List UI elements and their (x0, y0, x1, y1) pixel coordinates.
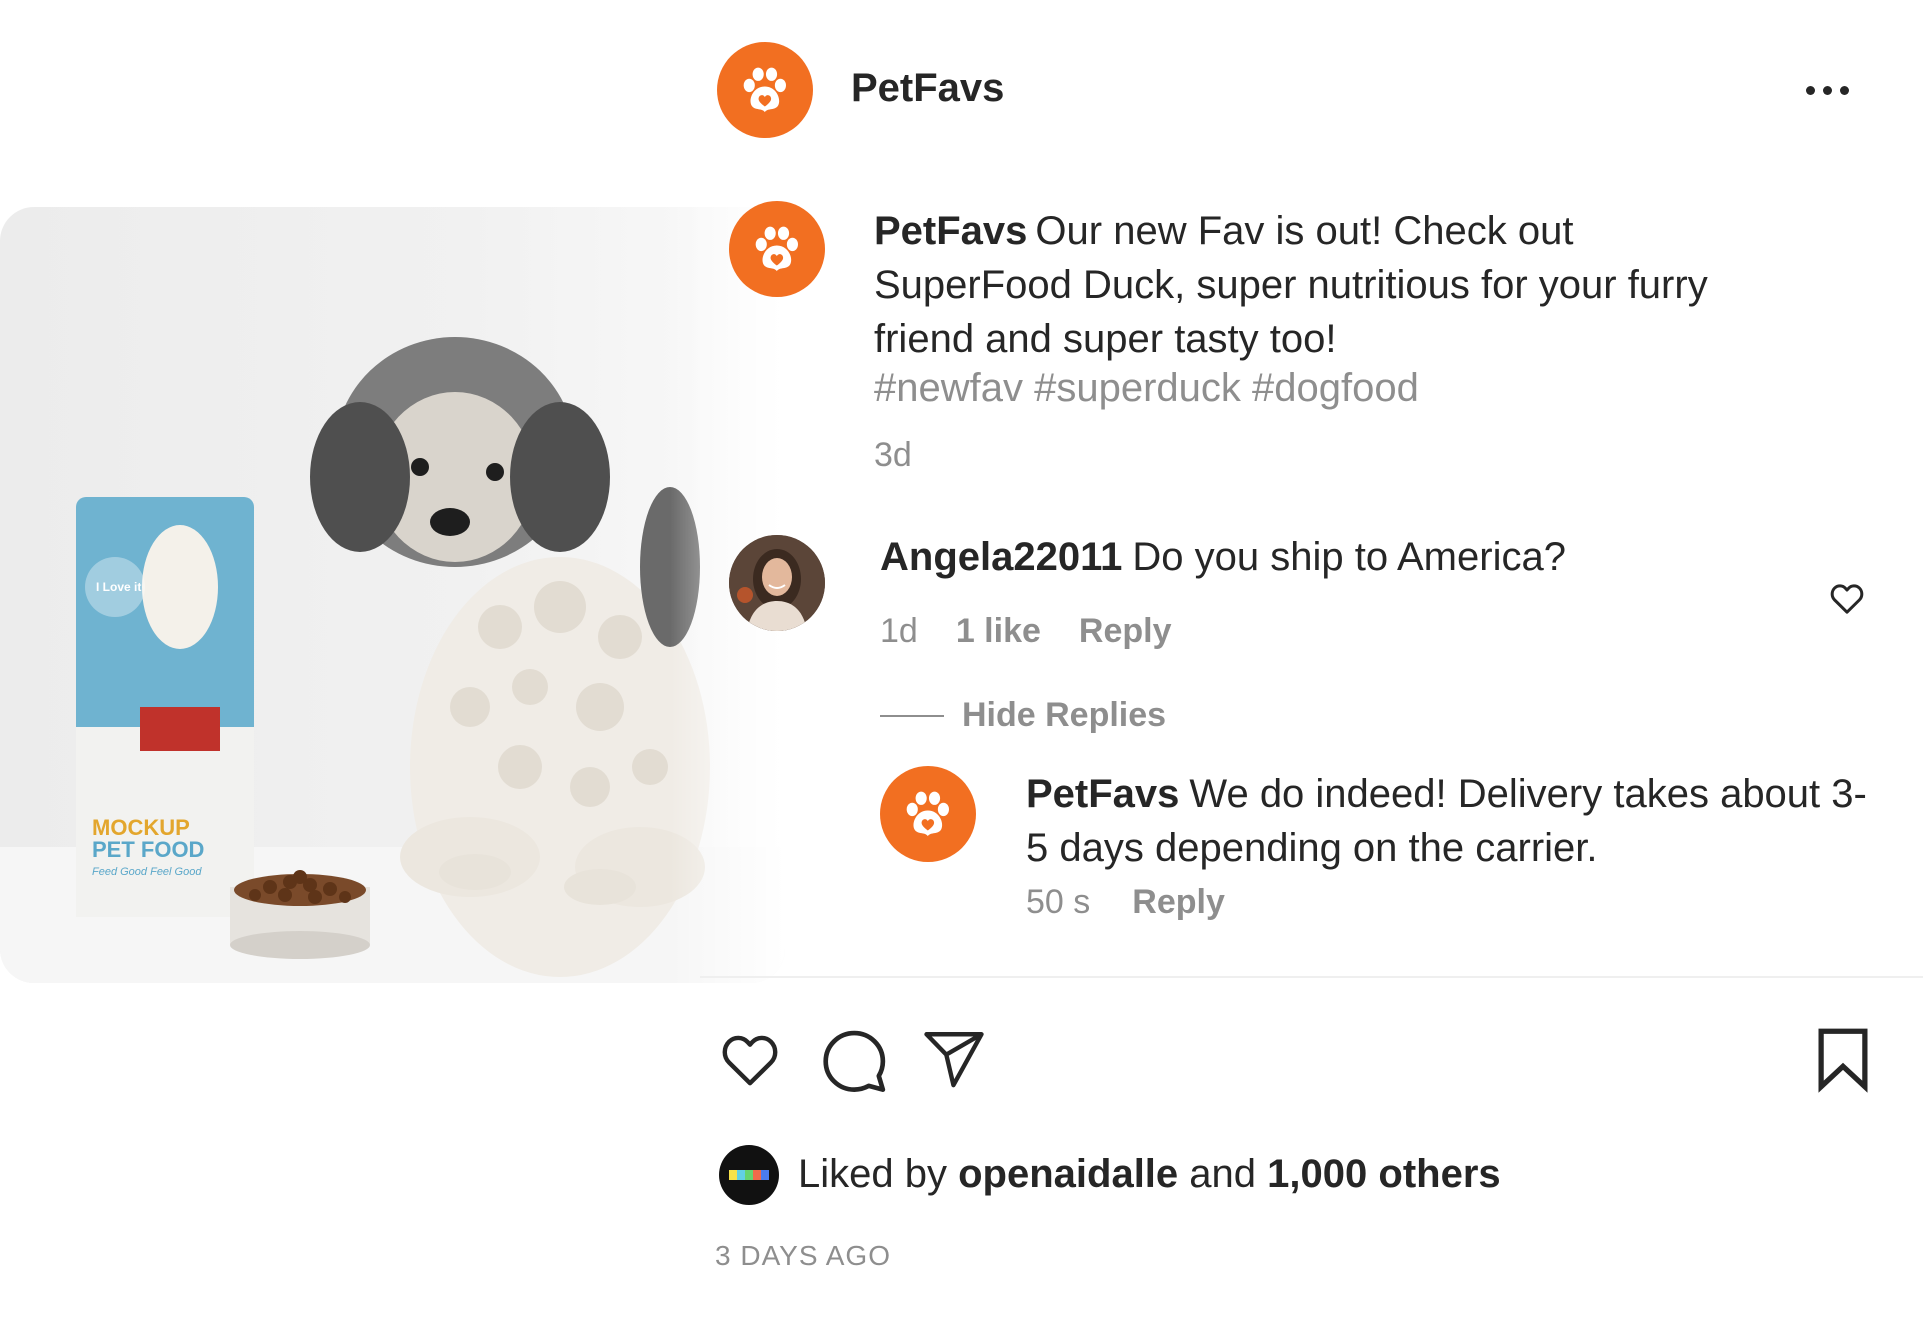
comment-icon[interactable] (818, 1024, 890, 1094)
commenter-avatar[interactable] (729, 535, 825, 631)
send-icon[interactable] (918, 1026, 990, 1092)
hide-replies-label: Hide Replies (962, 696, 1167, 734)
caption-timestamp: 3d (874, 436, 912, 474)
reply-username[interactable]: PetFavs (1026, 772, 1179, 816)
divider-line (880, 714, 944, 717)
svg-text:Feed Good Feel Good: Feed Good Feel Good (92, 866, 202, 878)
paw-icon (755, 226, 799, 272)
divider (700, 976, 1923, 978)
profile-avatar[interactable] (717, 42, 813, 138)
comment-text: Do you ship to America? (1132, 535, 1566, 579)
hide-replies-button[interactable]: Hide Replies (880, 696, 1166, 735)
bookmark-icon[interactable] (1808, 1024, 1878, 1094)
post-date: 3 DAYS AGO (715, 1240, 891, 1271)
liker-avatar[interactable] (719, 1145, 779, 1205)
likes-others-link[interactable]: 1,000 others (1267, 1152, 1500, 1196)
comment-likes[interactable]: 1 like (956, 612, 1041, 651)
likes-and: and (1189, 1152, 1257, 1196)
reply-comment: PetFavs We do indeed! Delivery takes abou… (1026, 767, 1886, 875)
post-image[interactable]: MOCKUP PET FOOD Feed Good Feel Good I Lo… (0, 207, 785, 983)
paw-icon (743, 67, 787, 113)
more-horizontal-icon[interactable] (1800, 76, 1854, 104)
reply-reply-button[interactable]: Reply (1132, 883, 1225, 922)
comment-reply-button[interactable]: Reply (1079, 612, 1172, 651)
comment-timestamp: 1d (880, 612, 918, 650)
likes-prefix: Liked by (798, 1152, 947, 1196)
reply-timestamp: 50 s (1026, 883, 1091, 921)
liker-username[interactable]: openaidalle (958, 1152, 1178, 1196)
comment: Angela22011 Do you ship to America? (880, 535, 1566, 580)
likes-summary: Liked by openaidalle and 1,000 others (798, 1152, 1501, 1197)
comment-meta: 1d 1 like Reply (880, 612, 1172, 651)
reply-avatar[interactable] (880, 766, 976, 862)
paw-icon (906, 791, 950, 837)
caption-username[interactable]: PetFavs (874, 209, 1027, 253)
svg-text:PET FOOD: PET FOOD (92, 837, 204, 862)
caption-hashtags[interactable]: #newfav #superduck #dogfood (874, 366, 1419, 411)
openai-dalle-logo (729, 1170, 769, 1180)
heart-icon[interactable] (714, 1026, 786, 1092)
heart-outline-icon[interactable] (1827, 578, 1867, 618)
post-username[interactable]: PetFavs (851, 66, 1004, 111)
caption: PetFavs Our new Fav is out! Check out Sup… (874, 204, 1774, 366)
comment-username[interactable]: Angela22011 (880, 535, 1122, 579)
caption-avatar[interactable] (729, 201, 825, 297)
reply-meta: 50 s Reply (1026, 883, 1225, 922)
svg-text:I Love it: I Love it (96, 580, 141, 594)
dog-with-pet-food-photo: MOCKUP PET FOOD Feed Good Feel Good I Lo… (0, 337, 785, 983)
avatar-photo (729, 535, 825, 631)
